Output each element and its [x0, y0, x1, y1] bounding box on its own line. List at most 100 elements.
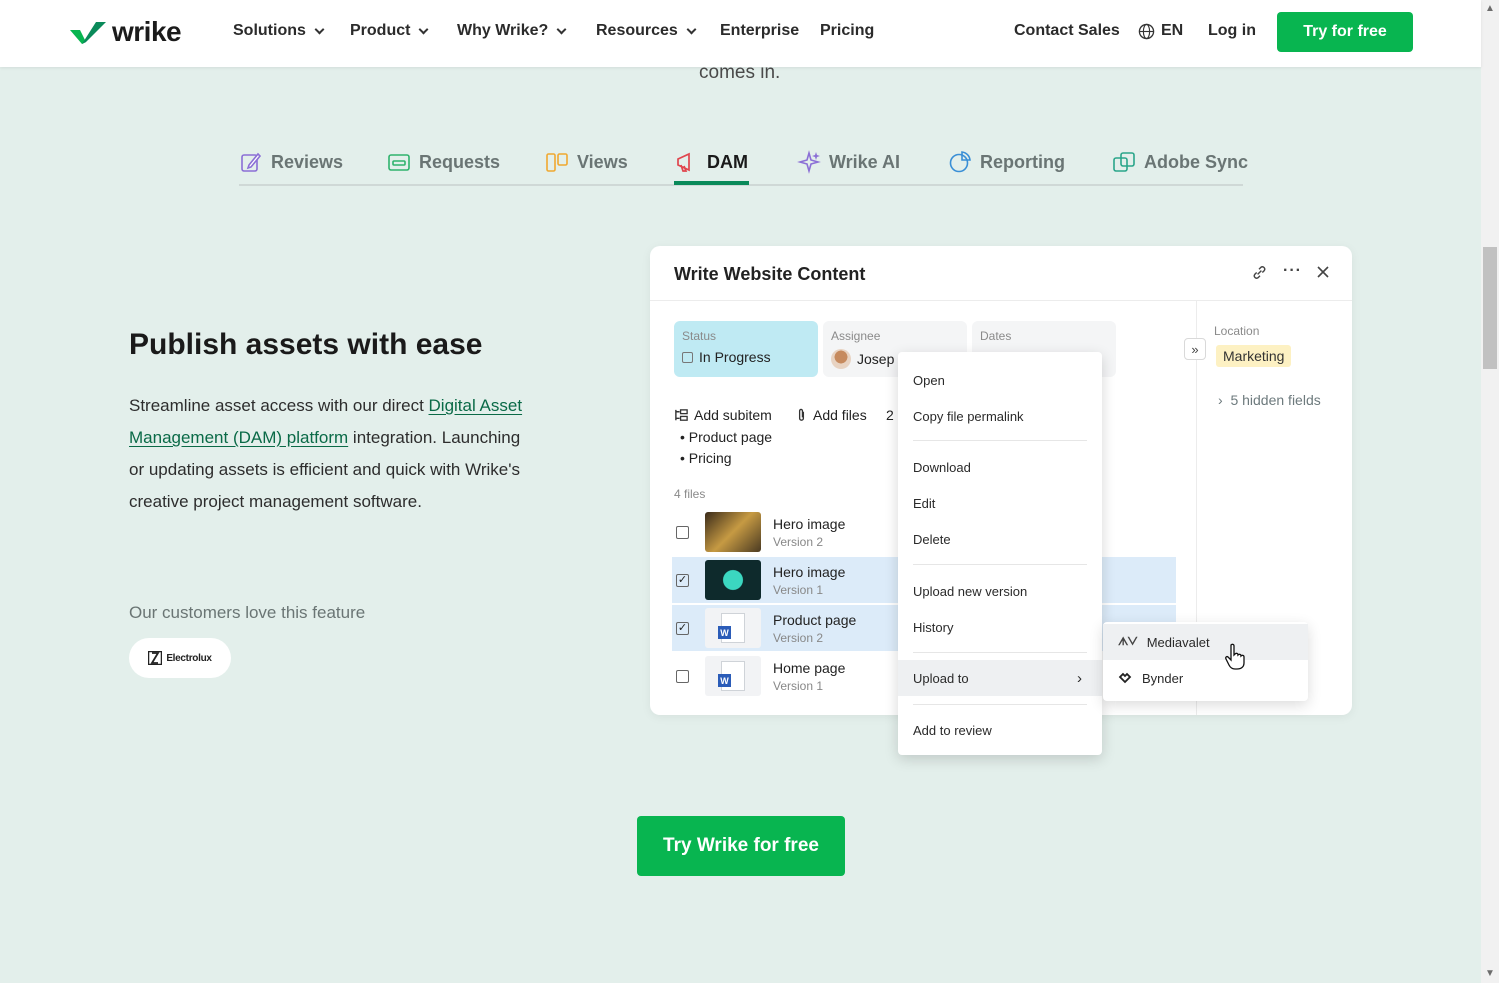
- try-for-free-button[interactable]: Try for free: [1277, 12, 1413, 52]
- nav-solutions[interactable]: Solutions: [233, 22, 325, 40]
- file-checkbox[interactable]: [676, 525, 689, 539]
- scroll-down-icon[interactable]: ▼: [1485, 968, 1495, 979]
- word-doc-icon: W: [718, 674, 731, 687]
- bullet-text: Pricing: [688, 450, 732, 466]
- menu-item-open[interactable]: Open: [898, 362, 1102, 398]
- file-version: Version 2: [773, 630, 824, 645]
- nav-resources-label: Resources: [596, 22, 678, 39]
- submenu-item-bynder-label: Bynder: [1142, 670, 1184, 686]
- dates-label: Dates: [980, 329, 1012, 343]
- menu-item-upload-new-version[interactable]: Upload new version: [898, 573, 1102, 609]
- bullet-item: • Pricing: [680, 450, 732, 466]
- menu-item-add-to-review[interactable]: Add to review: [898, 712, 1102, 748]
- menu-item-upload-to[interactable]: Upload to ›: [898, 660, 1102, 696]
- menu-divider: [913, 704, 1087, 705]
- try-wrike-for-free-button[interactable]: Try Wrike for free: [637, 816, 845, 876]
- card-header-divider: [650, 300, 1352, 301]
- contact-sales-link[interactable]: Contact Sales: [1014, 22, 1120, 40]
- add-files-label: Add files: [813, 407, 867, 423]
- file-thumbnail: W: [705, 608, 761, 648]
- electrolux-mark-icon: [148, 651, 163, 665]
- file-checkbox[interactable]: ✓: [676, 621, 689, 635]
- login-link[interactable]: Log in: [1208, 22, 1256, 40]
- page-scrollbar[interactable]: ▲ ▼: [1481, 0, 1499, 983]
- scroll-up-icon[interactable]: ▲: [1485, 3, 1495, 14]
- top-nav: wrike Solutions Product Why Wrike? Resou…: [0, 0, 1481, 67]
- tab-views-label: Views: [577, 151, 628, 172]
- link-icon[interactable]: [1251, 264, 1268, 286]
- inbox-icon: [388, 154, 410, 171]
- menu-item-copy-permalink[interactable]: Copy file permalink: [898, 398, 1102, 434]
- nav-enterprise-label: Enterprise: [720, 22, 800, 39]
- tab-dam[interactable]: DAM: [675, 150, 748, 174]
- nav-pricing-label: Pricing: [820, 22, 875, 39]
- menu-item-edit[interactable]: Edit: [898, 485, 1102, 521]
- feature-tabs: Reviews Requests Views DAM Wrike AI Repo…: [239, 140, 1248, 186]
- assignee-name: Josep: [857, 351, 895, 367]
- menu-item-history[interactable]: History: [898, 609, 1102, 645]
- avatar: [831, 349, 851, 369]
- customers-label: Our customers love this feature: [129, 603, 366, 622]
- megaphone-icon: [677, 152, 690, 172]
- file-thumbnail: [705, 560, 761, 600]
- chevron-down-icon: [686, 24, 697, 34]
- add-files-button[interactable]: Add files: [795, 407, 867, 423]
- add-subitem-label: Add subitem: [694, 407, 772, 423]
- sync-icon: [1113, 152, 1135, 172]
- tab-dam-label: DAM: [707, 151, 748, 172]
- customer-logo-text: Electrolux: [166, 652, 212, 664]
- login-label: Log in: [1208, 22, 1256, 39]
- tab-requests[interactable]: Requests: [387, 150, 500, 174]
- location-label: Location: [1214, 324, 1260, 338]
- tab-adobe-sync-label: Adobe Sync: [1144, 151, 1249, 172]
- board-icon: [546, 153, 568, 172]
- file-name: Hero image: [773, 563, 846, 580]
- tab-reviews-label: Reviews: [271, 151, 344, 172]
- chevron-right-icon: ›: [1218, 392, 1231, 408]
- language-selector[interactable]: EN: [1138, 22, 1183, 40]
- menu-item-upload-to-label: Upload to: [913, 670, 969, 686]
- submenu-item-bynder[interactable]: Bynder: [1103, 660, 1308, 696]
- menu-item-delete[interactable]: Delete: [898, 521, 1102, 557]
- file-thumbnail: W: [705, 656, 761, 696]
- expand-sidebar-button[interactable]: »: [1184, 338, 1206, 360]
- status-field[interactable]: Status In Progress: [674, 321, 818, 377]
- file-checkbox[interactable]: [676, 669, 689, 683]
- feature-headline: Publish assets with ease: [129, 328, 483, 361]
- tab-adobe-sync[interactable]: Adobe Sync: [1112, 150, 1248, 174]
- nav-enterprise[interactable]: Enterprise: [720, 22, 799, 40]
- wrike-logo[interactable]: wrike: [68, 16, 182, 48]
- tab-views[interactable]: Views: [545, 150, 628, 174]
- upload-to-submenu: ᗑᐯ Mediavalet Bynder: [1103, 622, 1308, 701]
- paperclip-icon: [798, 408, 805, 421]
- nav-resources[interactable]: Resources: [596, 22, 697, 40]
- logo-text: wrike: [112, 16, 182, 47]
- tab-reviews[interactable]: Reviews: [239, 150, 343, 174]
- nav-why-wrike[interactable]: Why Wrike?: [457, 22, 567, 40]
- tab-requests-label: Requests: [419, 151, 501, 172]
- subitem-icon: [675, 408, 688, 421]
- nav-pricing[interactable]: Pricing: [820, 22, 874, 40]
- assignee-label: Assignee: [831, 329, 881, 343]
- file-name: Hero image: [773, 515, 846, 532]
- menu-divider: [913, 440, 1087, 441]
- scroll-thumb[interactable]: [1483, 247, 1497, 369]
- file-checkbox[interactable]: ✓: [676, 573, 689, 587]
- submenu-item-mediavalet[interactable]: ᗑᐯ Mediavalet: [1103, 624, 1308, 660]
- tab-wrike-ai-label: Wrike AI: [829, 151, 901, 172]
- more-options-icon[interactable]: ···: [1283, 262, 1302, 280]
- add-subitem-button[interactable]: Add subitem: [674, 407, 772, 423]
- bullet-text: Product page: [688, 429, 773, 445]
- location-badge[interactable]: Marketing: [1216, 345, 1292, 367]
- tab-reporting[interactable]: Reporting: [948, 150, 1065, 174]
- menu-item-download[interactable]: Download: [898, 449, 1102, 485]
- tab-wrike-ai[interactable]: Wrike AI: [797, 150, 900, 174]
- hidden-fields-label: 5 hidden fields: [1230, 392, 1321, 408]
- task-title: Write Website Content: [674, 264, 866, 284]
- close-icon[interactable]: [1315, 264, 1331, 285]
- hand-cursor-icon: [1225, 643, 1245, 670]
- file-thumbnail: [705, 512, 761, 552]
- hidden-fields-toggle[interactable]: › 5 hidden fields: [1218, 392, 1321, 408]
- file-version: Version 1: [773, 582, 824, 597]
- nav-product[interactable]: Product: [350, 22, 429, 40]
